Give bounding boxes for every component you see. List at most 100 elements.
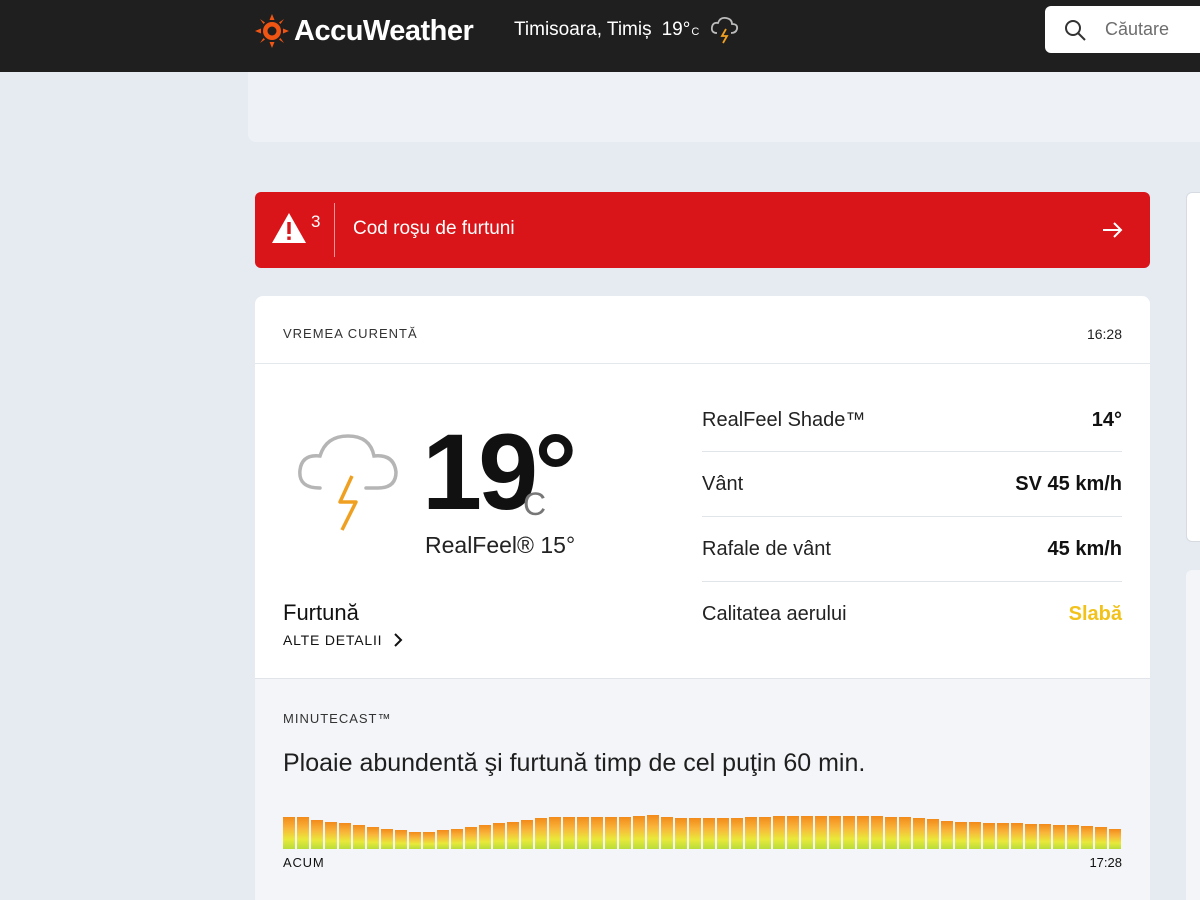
precipitation-bar — [311, 820, 323, 849]
air-quality-value: Slabă — [1068, 603, 1122, 625]
precipitation-bar — [1011, 823, 1023, 849]
card-title: VREMEA CURENTĂ — [283, 326, 418, 341]
precipitation-bar — [465, 827, 477, 849]
header-temp-unit: C — [691, 26, 700, 38]
precipitation-bar — [801, 816, 813, 849]
precipitation-bar — [717, 818, 729, 849]
precipitation-bar — [885, 817, 897, 849]
severe-weather-alert[interactable]: 3 Cod roşu de furtuni — [255, 192, 1150, 268]
precipitation-bar — [689, 818, 701, 849]
detail-row-wind-gusts: Rafale de vânt 45 km/h — [702, 517, 1122, 582]
top-navigation-bar: AccuWeather Timisoara, Timiș 19° C Căuta… — [0, 0, 1200, 72]
alert-divider — [334, 203, 335, 257]
precipitation-bar — [437, 830, 449, 849]
precipitation-bar — [647, 815, 659, 849]
precipitation-bar — [899, 817, 911, 849]
precipitation-bar — [339, 823, 351, 849]
precipitation-bar — [1053, 825, 1065, 849]
precipitation-bar-chart — [283, 809, 1121, 849]
minutecast-summary: Ploaie abundentă şi furtună timp de cel … — [283, 749, 866, 777]
alert-count: 3 — [311, 212, 321, 231]
precipitation-bar — [521, 820, 533, 849]
precipitation-bar — [983, 823, 995, 849]
thunderstorm-icon — [711, 16, 739, 44]
precipitation-bar — [395, 830, 407, 849]
precipitation-bar — [969, 822, 981, 849]
logo-text: AccuWeather — [294, 14, 474, 47]
precipitation-bar — [843, 816, 855, 849]
precipitation-bar — [591, 817, 603, 849]
precipitation-bar — [1109, 829, 1121, 849]
detail-row-wind: Vânt SV 45 km/h — [702, 452, 1122, 517]
alert-message: Cod roşu de furtuni — [353, 218, 515, 239]
minutecast-title: MINUTECAST™ — [283, 711, 392, 726]
realfeel-temperature: RealFeel® 15° — [425, 532, 576, 558]
precipitation-bar — [1095, 827, 1107, 849]
chevron-right-icon — [394, 633, 403, 647]
precipitation-bar — [507, 822, 519, 849]
precipitation-bar — [773, 816, 785, 849]
arrow-right-icon — [1103, 222, 1123, 238]
precipitation-bar — [283, 817, 295, 849]
weather-condition: Furtună — [283, 600, 359, 625]
precipitation-bar — [451, 829, 463, 849]
weather-details-list: RealFeel Shade™ 14° Vânt SV 45 km/h Rafa… — [702, 390, 1122, 647]
precipitation-bar — [927, 819, 939, 849]
precipitation-bar — [1081, 826, 1093, 849]
search-input[interactable]: Căutare — [1045, 6, 1200, 53]
temperature-unit: C — [523, 486, 547, 522]
precipitation-bar — [563, 817, 575, 849]
thunderstorm-icon — [298, 434, 398, 531]
more-details-link[interactable]: ALTE DETALII — [283, 632, 404, 648]
detail-row-air-quality[interactable]: Calitatea aerului Slabă — [702, 582, 1122, 647]
precipitation-bar — [1025, 824, 1037, 849]
precipitation-bar — [857, 816, 869, 849]
timeline-end-label: 17:28 — [1089, 855, 1122, 870]
current-weather-card: VREMEA CURENTĂ 16:28 19° C RealFeel® 15°… — [255, 296, 1150, 678]
detail-value: 14° — [1091, 409, 1122, 431]
warning-triangle-icon — [272, 213, 306, 243]
minutecast-panel[interactable]: MINUTECAST™ Ploaie abundentă şi furtună … — [255, 678, 1150, 900]
detail-label: RealFeel Shade™ — [702, 409, 866, 431]
precipitation-bar — [367, 827, 379, 849]
accuweather-logo[interactable]: AccuWeather — [255, 12, 474, 50]
precipitation-bar — [409, 832, 421, 849]
precipitation-bar — [549, 817, 561, 849]
precipitation-bar — [661, 817, 673, 849]
side-panel-lower — [1186, 570, 1200, 900]
precipitation-bar — [955, 822, 967, 849]
precipitation-bar — [913, 818, 925, 849]
ad-placeholder-panel — [248, 72, 1200, 142]
current-temperature: 19° — [422, 411, 577, 532]
detail-row-realfeel-shade: RealFeel Shade™ 14° — [702, 390, 1122, 452]
precipitation-bar — [787, 816, 799, 849]
precipitation-bar — [325, 822, 337, 849]
precipitation-bar — [1067, 825, 1079, 849]
precipitation-bar — [815, 816, 827, 849]
more-details-label: ALTE DETALII — [283, 632, 383, 648]
sun-logo-icon — [255, 14, 289, 48]
precipitation-bar — [759, 817, 771, 849]
location-name: Timisoara, Timiș — [514, 19, 652, 40]
precipitation-bar — [941, 821, 953, 849]
detail-value: 45 km/h — [1047, 537, 1122, 560]
detail-value: SV 45 km/h — [1015, 472, 1122, 495]
precipitation-bar — [731, 818, 743, 849]
precipitation-bar — [703, 818, 715, 849]
precipitation-bar — [997, 823, 1009, 849]
precipitation-bar — [493, 823, 505, 849]
precipitation-bar — [479, 825, 491, 849]
precipitation-bar — [633, 816, 645, 849]
side-panel — [1186, 192, 1200, 542]
detail-label: Vânt — [702, 472, 744, 495]
precipitation-bar — [297, 817, 309, 849]
precipitation-bar — [423, 832, 435, 849]
precipitation-bar — [1039, 824, 1051, 849]
precipitation-bar — [619, 817, 631, 849]
card-header: VREMEA CURENTĂ 16:28 — [255, 296, 1150, 364]
precipitation-bar — [745, 817, 757, 849]
precipitation-bar — [535, 818, 547, 849]
header-location[interactable]: Timisoara, Timiș 19° C — [514, 16, 741, 44]
search-placeholder: Căutare — [1105, 19, 1170, 39]
precipitation-bar — [871, 816, 883, 849]
